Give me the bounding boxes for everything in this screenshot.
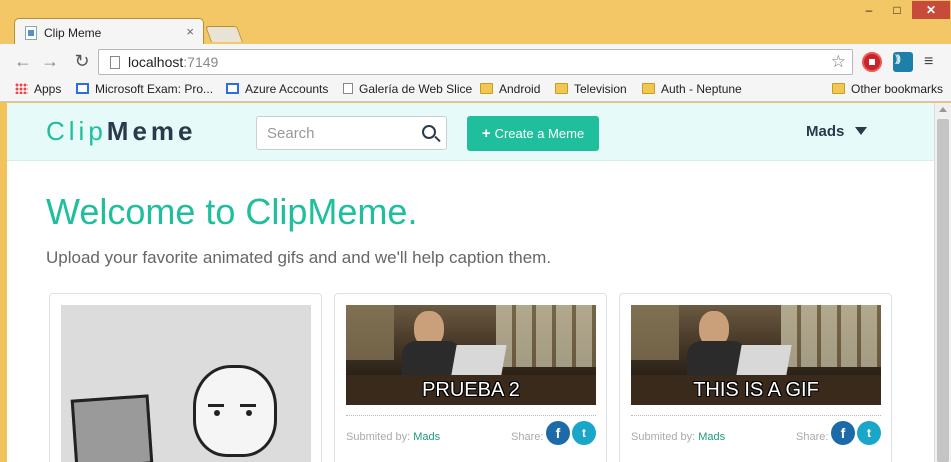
back-arrow-icon[interactable]: ← — [13, 51, 33, 71]
microsoft-icon — [76, 83, 89, 94]
new-tab-button[interactable] — [205, 26, 243, 42]
page-subtitle: Upload your favorite animated gifs and a… — [46, 248, 552, 267]
bookmark-star-icon[interactable]: ☆ — [831, 52, 846, 72]
share-label: Share: — [511, 431, 544, 443]
apps-grid-icon — [15, 83, 28, 94]
meme-caption: PRUEBA 2 — [422, 379, 520, 401]
meme-caption: THIS IS A GIF — [693, 379, 819, 401]
search-icon[interactable] — [422, 125, 436, 139]
close-window-button[interactable]: ✕ — [912, 1, 950, 19]
folder-icon — [555, 83, 568, 94]
bookmark-azure-accounts[interactable]: Azure Accounts — [226, 82, 328, 96]
tab-close-icon[interactable]: × — [186, 24, 194, 39]
bookmark-web-slice[interactable]: Galería de Web Slice — [343, 82, 472, 96]
meme-card[interactable]: THIS IS A GIF Submited by: Mads Share: f… — [619, 293, 892, 462]
reload-icon[interactable]: ↻ — [72, 51, 92, 71]
card-divider — [346, 415, 596, 416]
cast-extension-icon[interactable] — [893, 52, 913, 72]
bookmark-television[interactable]: Television — [555, 82, 627, 96]
minimize-button[interactable]: – — [856, 1, 882, 19]
scroll-up-icon[interactable] — [939, 107, 947, 112]
search-box — [256, 116, 447, 150]
bookmark-auth-neptune[interactable]: Auth - Neptune — [642, 82, 742, 96]
window-titlebar: Clip Meme × – □ ✕ — [0, 0, 951, 46]
forward-arrow-icon[interactable]: → — [40, 51, 60, 71]
menu-icon[interactable]: ≡ — [924, 53, 933, 71]
bookmark-apps[interactable]: Apps — [15, 82, 61, 96]
page-favicon-icon — [25, 26, 37, 40]
bookmarks-bar: Apps Microsoft Exam: Pro... Azure Accoun… — [0, 78, 951, 102]
folder-icon — [642, 83, 655, 94]
site-logo[interactable]: ClipMeme — [46, 116, 197, 147]
browser-toolbar: ← → ↻ localhost:7149 ☆ ≡ — [0, 44, 951, 78]
author-link[interactable]: Mads — [413, 431, 440, 443]
facebook-share-icon[interactable]: f — [546, 421, 570, 445]
folder-icon — [480, 83, 493, 94]
microsoft-icon — [226, 83, 239, 94]
meme-card[interactable] — [49, 293, 322, 462]
submitted-by: Submited by: Mads — [346, 431, 441, 443]
page-icon — [110, 56, 120, 69]
page-title: Welcome to ClipMeme. — [46, 191, 418, 232]
folder-icon — [832, 83, 845, 94]
card-divider — [631, 415, 881, 416]
maximize-button[interactable]: □ — [884, 1, 910, 19]
author-link[interactable]: Mads — [698, 431, 725, 443]
twitter-share-icon[interactable]: t — [572, 421, 596, 445]
create-meme-button[interactable]: + Create a Meme — [467, 116, 599, 151]
tab-title: Clip Meme — [44, 26, 102, 40]
meme-image[interactable]: THIS IS A GIF — [631, 305, 881, 405]
submitted-by: Submited by: Mads — [631, 431, 726, 443]
bookmark-other[interactable]: Other bookmarks — [832, 82, 943, 96]
browser-tab[interactable]: Clip Meme × — [14, 18, 204, 46]
user-name: Mads — [806, 123, 845, 140]
meme-image[interactable] — [61, 305, 311, 462]
share-label: Share: — [796, 431, 829, 443]
page-viewport: ClipMeme +Create a Meme Mads Welcome to … — [7, 103, 934, 462]
bookmark-microsoft-exam[interactable]: Microsoft Exam: Pro... — [76, 82, 213, 96]
scroll-thumb[interactable] — [937, 119, 949, 462]
stop-extension-icon[interactable] — [862, 52, 882, 72]
bookmark-android[interactable]: Android — [480, 82, 540, 96]
plus-icon: + — [481, 125, 491, 142]
user-menu[interactable]: Mads — [806, 123, 868, 140]
search-input[interactable] — [257, 117, 417, 149]
url-text[interactable]: localhost:7149 — [128, 54, 218, 70]
page-icon — [343, 83, 353, 94]
address-bar[interactable]: localhost:7149 ☆ — [98, 49, 853, 75]
meme-image[interactable]: PRUEBA 2 — [346, 305, 596, 405]
caret-down-icon — [855, 127, 868, 135]
facebook-share-icon[interactable]: f — [831, 421, 855, 445]
twitter-share-icon[interactable]: t — [857, 421, 881, 445]
meme-card[interactable]: PRUEBA 2 Submited by: Mads Share: f t — [334, 293, 607, 462]
vertical-scrollbar[interactable] — [934, 103, 951, 462]
site-navbar: ClipMeme +Create a Meme Mads — [7, 103, 934, 161]
